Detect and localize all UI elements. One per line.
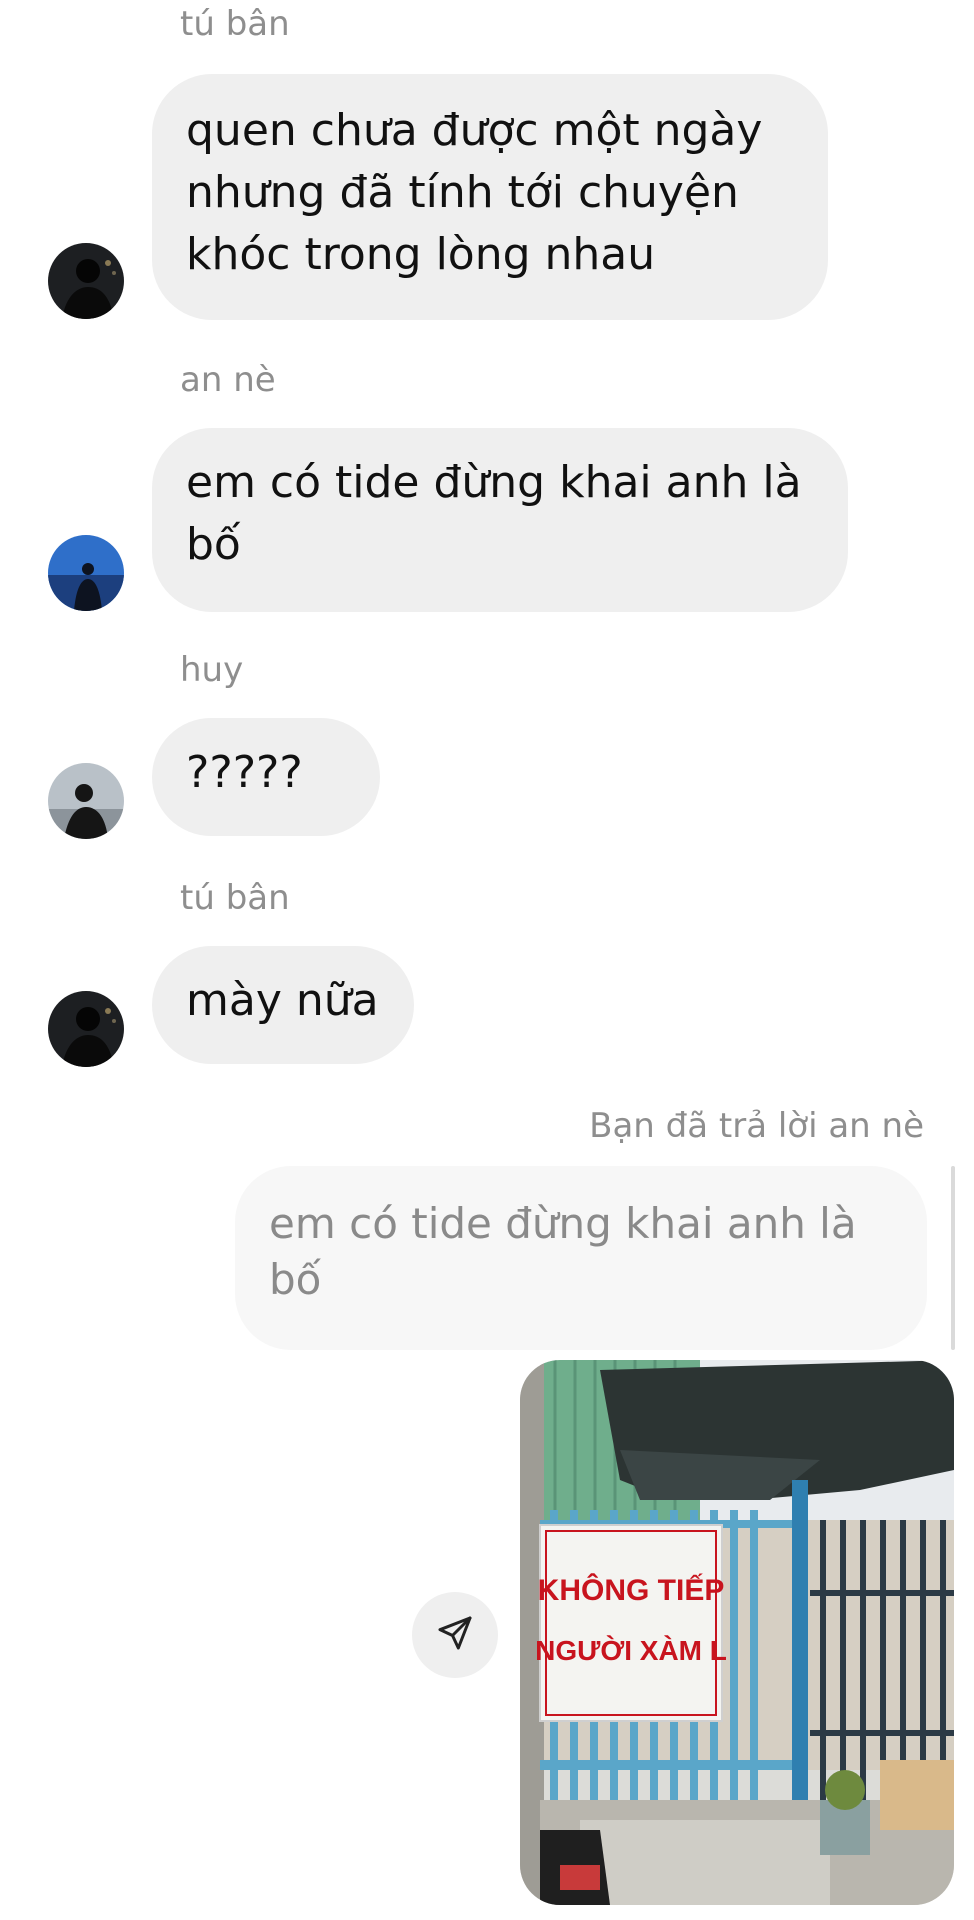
sign-text-line2: NGƯỜI XÀM L — [535, 1635, 727, 1666]
avatar[interactable] — [48, 535, 124, 611]
message-bubble[interactable]: ????? — [152, 718, 380, 836]
sender-name: an nè — [180, 360, 276, 400]
sent-photo[interactable]: KHÔNG TIẾP NGƯỜI XÀM L — [520, 1360, 954, 1905]
reply-label: Bạn đã trả lời an nè — [589, 1106, 924, 1146]
reply-indicator-bar — [951, 1166, 955, 1350]
share-button[interactable] — [412, 1592, 498, 1678]
sender-name: tú bân — [180, 878, 290, 918]
sign-text-line1: KHÔNG TIẾP — [538, 1573, 725, 1607]
message-bubble[interactable]: mày nữa — [152, 946, 414, 1064]
sender-name: tú bân — [180, 4, 290, 44]
paper-plane-icon — [435, 1613, 475, 1657]
sender-name: huy — [180, 650, 244, 690]
avatar[interactable] — [48, 243, 124, 319]
message-bubble[interactable]: em có tide đừng khai anh là bố — [152, 428, 848, 612]
quoted-message-bubble[interactable]: em có tide đừng khai anh là bố — [235, 1166, 927, 1350]
message-bubble[interactable]: quen chưa được một ngày nhưng đã tính tớ… — [152, 74, 828, 320]
avatar[interactable] — [48, 991, 124, 1067]
avatar[interactable] — [48, 763, 124, 839]
